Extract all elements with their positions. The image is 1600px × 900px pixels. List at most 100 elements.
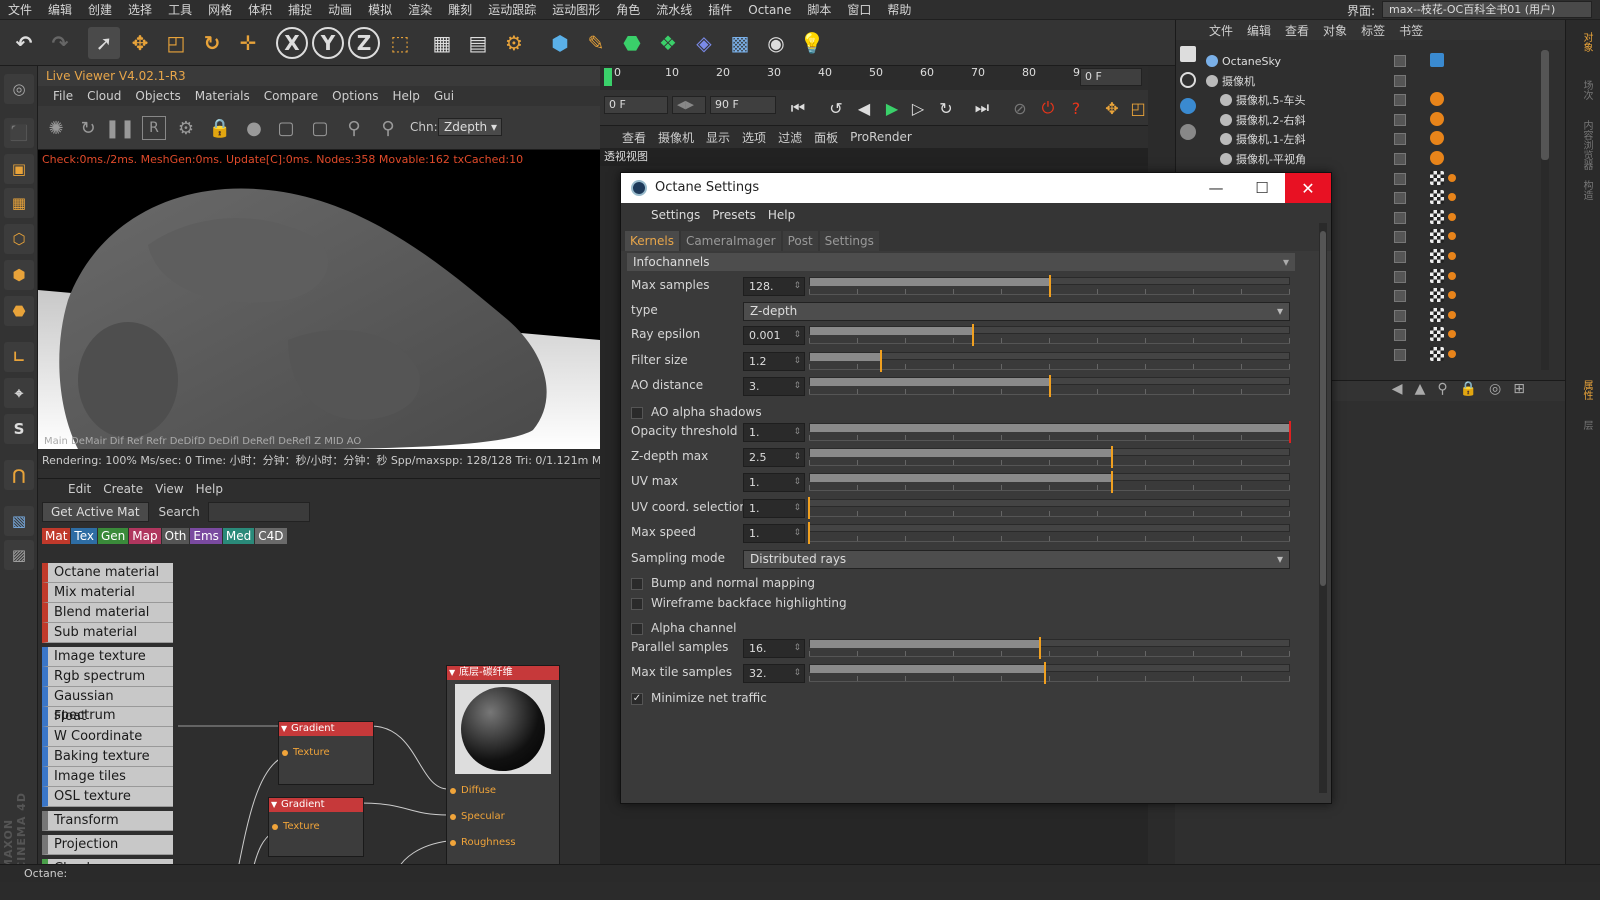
viewport-menu-item[interactable]: 过滤 <box>772 129 808 146</box>
object-manager-menu-item[interactable]: 文件 <box>1202 22 1240 39</box>
scale-tool-icon[interactable]: ◰ <box>160 27 192 59</box>
slider-handle[interactable] <box>1043 662 1046 684</box>
rotate-tool-icon[interactable]: ↻ <box>196 27 228 59</box>
content-browser-tab[interactable]: 内容浏览器 <box>1574 120 1594 170</box>
node-list-item[interactable]: W Coordinate <box>42 727 173 747</box>
autokey-icon[interactable]: ⏻ <box>1036 96 1060 120</box>
slider-handle[interactable] <box>1048 375 1051 398</box>
settings-gear-icon[interactable]: ⚙ <box>174 116 198 140</box>
slider-handle[interactable] <box>1038 636 1041 659</box>
previous-key-icon[interactable]: ↺ <box>824 96 848 120</box>
node-list-item[interactable]: Gaussian spectrum <box>42 687 173 723</box>
menu-item[interactable]: 创建 <box>80 1 120 18</box>
tab-settings[interactable]: Settings <box>819 231 879 251</box>
menu-item[interactable]: 运动图形 <box>544 1 608 18</box>
takes-tab[interactable]: 场次 <box>1574 80 1594 100</box>
param-slider[interactable] <box>809 636 1290 659</box>
tag-dot-icon[interactable] <box>1448 271 1456 280</box>
menu-item[interactable]: 编辑 <box>40 1 80 18</box>
coordinate-system-icon[interactable]: ⬚ <box>384 27 416 59</box>
camera-tag-icon[interactable] <box>1430 131 1444 146</box>
param-value-field[interactable]: 32. <box>743 664 805 683</box>
menu-item[interactable]: 动画 <box>320 1 360 18</box>
param-dropdown[interactable]: Distributed rays <box>743 549 1290 569</box>
playhead[interactable] <box>604 68 612 86</box>
menu-item[interactable]: 体积 <box>240 1 280 18</box>
menu-item[interactable]: 模拟 <box>360 1 400 18</box>
object-row[interactable]: 摄像机-平视角 <box>1198 150 1538 169</box>
live-viewer-menu-item[interactable]: Materials <box>188 89 257 103</box>
tag-dot-icon[interactable] <box>1448 350 1456 358</box>
param-slider[interactable] <box>809 275 1290 297</box>
slider-handle[interactable] <box>1048 275 1051 297</box>
octane-object-icon[interactable] <box>1180 98 1196 114</box>
dialog-menu-item[interactable]: Settings <box>645 208 706 222</box>
param-dropdown[interactable]: Z-depth <box>743 302 1290 322</box>
region-icon[interactable]: R <box>142 116 166 140</box>
category-tab[interactable]: Ems <box>190 528 222 544</box>
object-manager-scrollbar[interactable] <box>1541 50 1549 370</box>
visibility-toggle[interactable] <box>1394 349 1406 361</box>
tag-dot-icon[interactable] <box>1448 330 1456 339</box>
category-tab[interactable]: Mat <box>42 528 71 544</box>
visibility-toggle[interactable] <box>1394 153 1406 165</box>
frame-icon[interactable]: ▢ <box>274 116 298 140</box>
floor-icon[interactable]: ▩ <box>724 27 756 59</box>
param-slider[interactable] <box>809 471 1290 494</box>
up-arrow-icon[interactable]: ▲ <box>1415 381 1426 401</box>
param-value-field[interactable]: 1. <box>743 422 805 442</box>
render-picture-viewer-icon[interactable]: ▤ <box>462 27 494 59</box>
attributes-tab[interactable]: 属性 <box>1574 380 1594 400</box>
param-slider[interactable] <box>809 349 1290 372</box>
slider-handle[interactable] <box>1111 471 1114 494</box>
search-input[interactable] <box>207 502 310 522</box>
render-region-icon[interactable] <box>1180 46 1196 62</box>
dialog-menu-item[interactable]: Help <box>762 208 801 222</box>
camera-tag-icon[interactable] <box>1430 151 1444 165</box>
camera-icon[interactable]: ◉ <box>760 27 792 59</box>
material-tag-icon[interactable] <box>1430 288 1444 303</box>
lock-icon[interactable]: 🔒 <box>1460 381 1477 401</box>
param-value-field[interactable]: 1. <box>743 498 805 518</box>
send-scene-icon[interactable]: ✺ <box>44 116 68 140</box>
axis-mode-icon[interactable]: ∟ <box>4 342 34 372</box>
param-slider[interactable] <box>809 375 1290 398</box>
kernel-select[interactable]: Infochannels ▾ <box>627 253 1295 271</box>
specular-port[interactable]: Specular <box>447 806 559 828</box>
polygons-mode-icon[interactable]: ⬣ <box>4 296 34 326</box>
edges-mode-icon[interactable]: ⬢ <box>4 260 34 290</box>
material-tag-icon[interactable] <box>1430 347 1444 361</box>
diffuse-port[interactable]: Diffuse <box>447 780 559 802</box>
render-passes-bar[interactable]: Main DeMair Dif Ref Refr DeDifD DeDifl D… <box>44 436 361 447</box>
render-view-icon[interactable]: ▦ <box>426 27 458 59</box>
model-mode-icon[interactable]: ⬛ <box>4 118 34 148</box>
viewport-menu-item[interactable]: 显示 <box>700 129 736 146</box>
z-axis-icon[interactable]: Z <box>348 27 380 59</box>
sphere-preview-icon[interactable]: ● <box>242 116 266 140</box>
objects-tab[interactable]: 对象 <box>1574 32 1594 52</box>
menu-item[interactable]: 脚本 <box>799 1 839 18</box>
subdivision-icon[interactable]: ⬣ <box>616 27 648 59</box>
material-tag-icon[interactable] <box>1430 327 1444 342</box>
transform-tool-icon[interactable]: ✛ <box>232 27 264 59</box>
visibility-toggle[interactable] <box>1394 231 1406 244</box>
pick-focus-icon[interactable]: ⚲ <box>342 116 366 140</box>
material-tag-icon[interactable] <box>1430 209 1444 224</box>
menu-item[interactable]: 文件 <box>0 1 40 18</box>
texture-port[interactable]: Texture <box>269 816 363 838</box>
layout-select[interactable]: max--枝花-OC百科全书01 (用户) <box>1382 1 1592 18</box>
dialog-menu-item[interactable]: Presets <box>706 208 762 222</box>
material-tag-icon[interactable] <box>1430 170 1444 185</box>
object-row[interactable]: 摄像机 <box>1198 72 1538 91</box>
material-tag-icon[interactable] <box>1430 190 1444 205</box>
points-mode-icon[interactable]: ⬡ <box>4 224 34 254</box>
move-tool-icon[interactable]: ✥ <box>124 27 156 59</box>
category-tab[interactable]: Map <box>129 528 161 544</box>
texture-mode-icon[interactable]: ▣ <box>4 154 34 184</box>
play-icon[interactable]: ▶ <box>880 96 904 120</box>
node-list-item[interactable]: Rgb spectrum <box>42 667 173 687</box>
current-frame-field[interactable]: 0 F <box>1080 68 1142 86</box>
tag-dot-icon[interactable] <box>1448 291 1456 300</box>
node-editor-menu-item[interactable]: Create <box>97 482 149 496</box>
tweak-icon[interactable]: ⌖ <box>4 378 34 408</box>
